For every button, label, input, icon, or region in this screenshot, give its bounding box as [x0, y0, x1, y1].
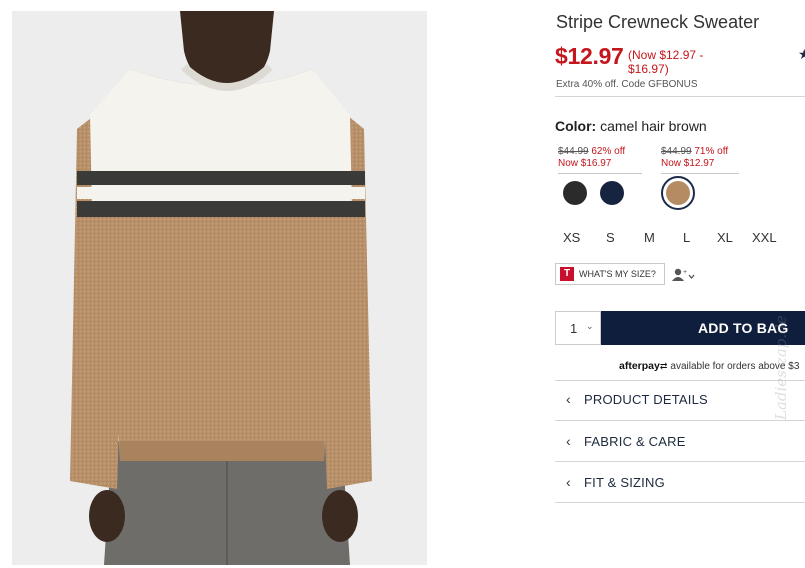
now-price: Now $12.97	[661, 158, 715, 169]
price-group-1: $44.99 62% off Now $16.97	[558, 146, 642, 174]
size-s[interactable]: S	[606, 230, 615, 245]
svg-text:+: +	[683, 269, 687, 276]
discount: 62% off	[591, 146, 626, 157]
accordion-product-details[interactable]: ‹ PRODUCT DETAILS	[555, 380, 805, 418]
whats-my-size-label: WHAT'S MY SIZE?	[579, 269, 656, 279]
quantity-value: 1	[570, 321, 578, 336]
afterpay-logo: afterpay	[619, 360, 660, 372]
chevron-left-icon: ‹	[566, 433, 571, 449]
size-xl[interactable]: XL	[717, 230, 733, 245]
accordion-label: FIT & SIZING	[584, 475, 665, 490]
accordion-label: PRODUCT DETAILS	[584, 392, 708, 407]
product-title: Stripe Crewneck Sweater	[556, 12, 760, 32]
now-price: Now $16.97	[558, 158, 612, 169]
color-value: camel hair brown	[600, 118, 707, 134]
price-group-2: $44.99 71% off Now $12.97	[661, 146, 739, 174]
price-range: (Now $12.97 - $16.97)	[628, 48, 738, 76]
swatch-charcoal[interactable]	[563, 181, 587, 205]
size-l[interactable]: L	[683, 230, 690, 245]
color-label: Color: camel hair brown	[555, 118, 707, 134]
divider	[555, 420, 805, 421]
afterpay-arrows-icon: ⇄	[659, 361, 668, 371]
price-range-line2: $16.97)	[628, 62, 669, 76]
size-xxl[interactable]: XXL	[752, 230, 777, 245]
whats-my-size-button[interactable]: T WHAT'S MY SIZE?	[555, 263, 665, 285]
color-label-title: Color:	[555, 118, 597, 134]
size-xs[interactable]: XS	[563, 230, 580, 245]
original-price: $44.99	[661, 146, 692, 157]
accordion-fit-sizing[interactable]: ‹ FIT & SIZING	[555, 463, 805, 501]
divider	[555, 502, 805, 503]
price-range-line1: (Now $12.97 -	[628, 48, 704, 62]
original-price: $44.99	[558, 146, 589, 157]
sale-price: $12.97	[555, 43, 624, 69]
profile-icon[interactable]: +	[672, 267, 698, 283]
swatch-camel-selected[interactable]	[661, 176, 695, 210]
accordion-fabric-care[interactable]: ‹ FABRIC & CARE	[555, 422, 805, 460]
product-info: Stripe Crewneck Sweater ★ $12.97 (Now $1…	[555, 0, 805, 568]
accordion-label: FABRIC & CARE	[584, 434, 686, 449]
chevron-left-icon: ‹	[566, 474, 571, 490]
size-m[interactable]: M	[644, 230, 655, 245]
fit-logo-icon: T	[560, 267, 574, 281]
divider	[555, 96, 805, 97]
product-image[interactable]	[12, 11, 427, 565]
chevron-down-icon: ⌄	[586, 321, 594, 331]
chevron-left-icon: ‹	[566, 391, 571, 407]
swatch-navy[interactable]	[600, 181, 624, 205]
watermark: Ladies-zap.de	[772, 315, 790, 420]
model-photo	[12, 11, 427, 565]
divider	[555, 461, 805, 462]
discount: 71% off	[694, 146, 729, 157]
swatch-fill	[666, 181, 690, 205]
star-icon[interactable]: ★	[798, 46, 805, 63]
quantity-select[interactable]: 1 ⌄	[555, 311, 601, 345]
promo-text: Extra 40% off. Code GFBONUS	[556, 79, 698, 90]
